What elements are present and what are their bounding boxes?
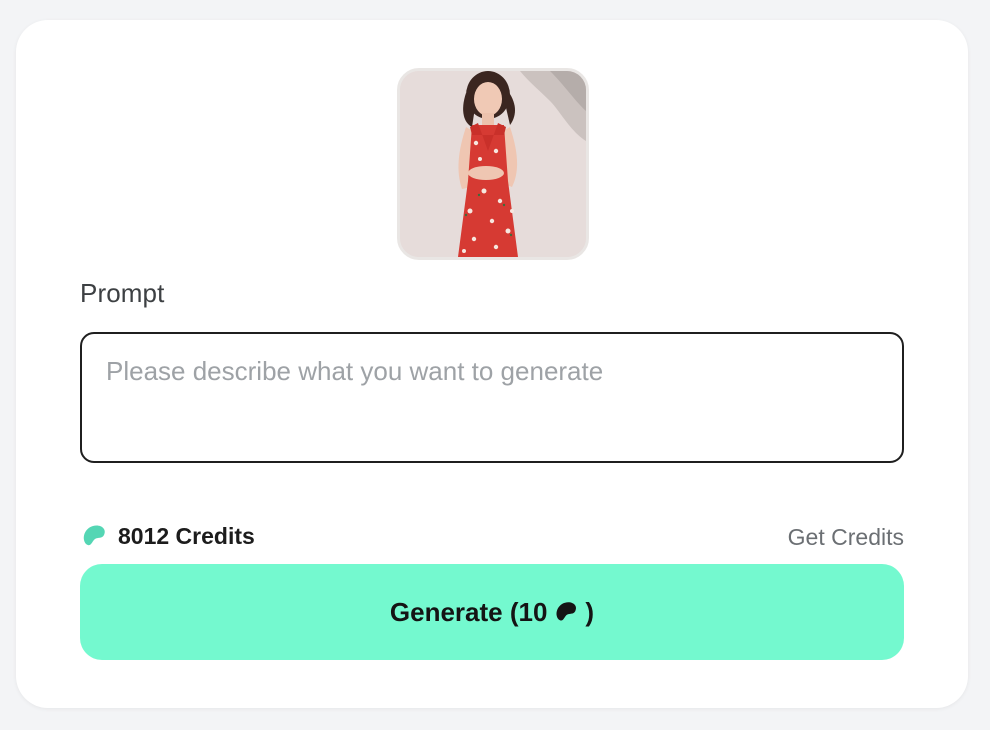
credits-balance: 8012 Credits	[80, 522, 255, 550]
prompt-label: Prompt	[80, 278, 165, 308]
preview-image-illustration	[400, 71, 586, 257]
generate-button[interactable]: Generate (10 )	[80, 564, 904, 660]
prompt-input[interactable]	[80, 332, 904, 463]
get-credits-link[interactable]: Get Credits	[788, 524, 904, 551]
credits-row: 8012 Credits Get Credits	[80, 522, 904, 554]
credits-amount: 8012 Credits	[118, 522, 255, 549]
bean-icon	[80, 522, 108, 550]
generate-button-label: Generate (10	[389, 596, 548, 627]
generate-card: Prompt 8012 Credits Get Credits Generate…	[16, 20, 968, 708]
bean-icon	[553, 599, 579, 625]
preview-image[interactable]	[397, 68, 589, 260]
generate-button-close: )	[585, 596, 595, 627]
